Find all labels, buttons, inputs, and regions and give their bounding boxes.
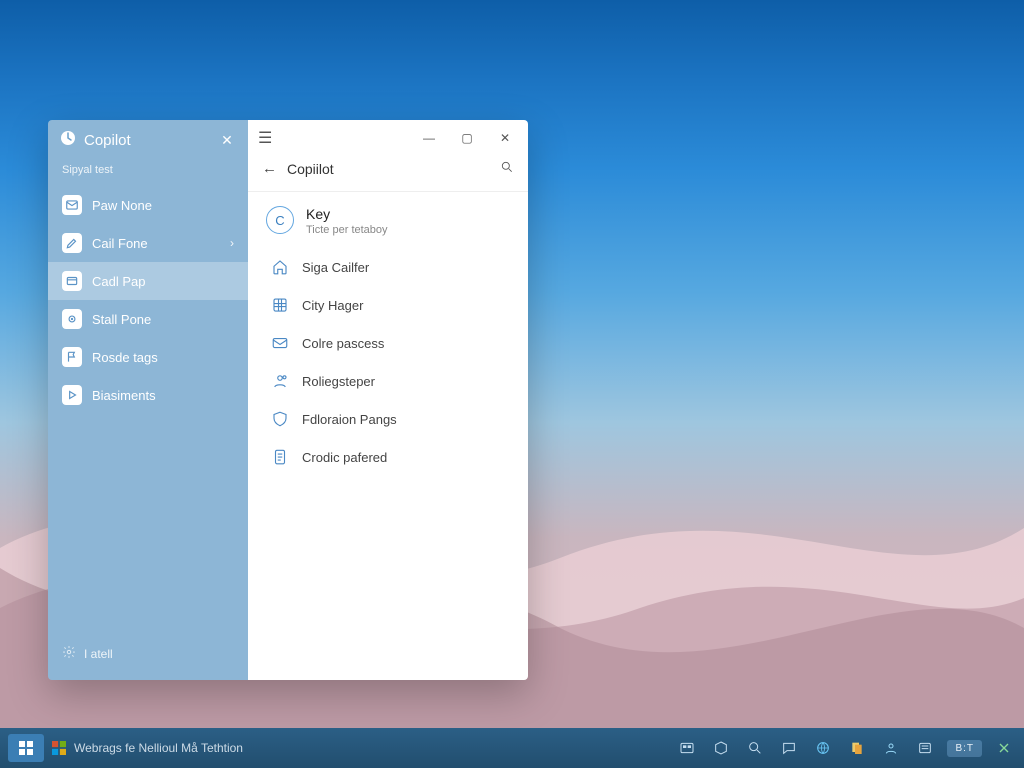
sidebar-item-label: Stall Pone (92, 312, 151, 327)
menu-item-label: Roliegsteper (302, 374, 375, 389)
main-section: C Key Ticte per tetaboy Siga Cailfer Cit… (248, 192, 528, 480)
card-icon (62, 271, 82, 291)
shield-icon (270, 409, 290, 429)
tray-task-view-icon[interactable] (675, 736, 699, 760)
hero-badge: C (266, 206, 294, 234)
search-icon[interactable] (500, 160, 514, 177)
flag-icon (62, 347, 82, 367)
envelope-icon (270, 333, 290, 353)
sidebar-subtitle: Sipyal test (48, 160, 248, 186)
sidebar-item-label: Cail Fone (92, 236, 148, 251)
window-maximize-button[interactable]: ▢ (454, 128, 480, 148)
sidebar-footer[interactable]: I atell (48, 633, 248, 680)
sidebar-title: Copilot (84, 132, 131, 149)
sidebar-item-label: Biasiments (92, 388, 156, 403)
taskbar: Webrags fe Nellioul Må Tethtion B:T (0, 728, 1024, 768)
doc-icon (270, 447, 290, 467)
sidebar-header: Copilot ✕ (48, 120, 248, 160)
menu-item-crodic-pafered[interactable]: Crodic pafered (266, 438, 510, 476)
menu-item-city-hager[interactable]: City Hager (266, 286, 510, 324)
menu-item-label: Crodic pafered (302, 450, 387, 465)
tray-news-icon[interactable] (913, 736, 937, 760)
sidebar-item-paw-none[interactable]: Paw None (48, 186, 248, 224)
window-close-button[interactable]: ✕ (492, 128, 518, 148)
tray-close-icon[interactable] (992, 736, 1016, 760)
copilot-logo-icon (60, 130, 76, 150)
window-minimize-button[interactable]: — (416, 128, 442, 148)
tray-person-icon[interactable] (879, 736, 903, 760)
back-button[interactable]: ← (262, 160, 277, 177)
hero-title: Key (306, 206, 388, 222)
menu-item-colre-pascess[interactable]: Colre pascess (266, 324, 510, 362)
taskbar-label-text: Webrags fe Nellioul Må Tethtion (74, 741, 243, 755)
person-icon (270, 371, 290, 391)
tray-time-pill[interactable]: B:T (947, 740, 982, 757)
sidebar-close-button[interactable]: ✕ (218, 131, 236, 149)
menu-item-fdloraion-pangs[interactable]: Fdloraion Pangs (266, 400, 510, 438)
menu-item-label: Siga Cailfer (302, 260, 369, 275)
sidebar-item-cadl-pap[interactable]: Cadl Pap (48, 262, 248, 300)
menu-item-label: Colre pascess (302, 336, 384, 351)
house-icon (270, 257, 290, 277)
menu-item-label: Fdloraion Pangs (302, 412, 397, 427)
sidebar-item-rosde-tags[interactable]: Rosde tags (48, 338, 248, 376)
tray-globe-icon[interactable] (811, 736, 835, 760)
sidebar-item-label: Cadl Pap (92, 274, 145, 289)
hero-subtitle: Ticte per tetaboy (306, 224, 388, 236)
dot-icon (62, 309, 82, 329)
sidebar-item-cail-fone[interactable]: Cail Fone › (48, 224, 248, 262)
window-controls: ☰ — ▢ ✕ (248, 120, 528, 152)
mail-icon (62, 195, 82, 215)
menu-item-roliegsteper[interactable]: Roliegsteper (266, 362, 510, 400)
chevron-right-icon: › (230, 236, 234, 250)
sidebar-item-label: Paw None (92, 198, 152, 213)
menu-item-siga-cailfer[interactable]: Siga Cailfer (266, 248, 510, 286)
sidebar-item-stall-pone[interactable]: Stall Pone (48, 300, 248, 338)
sidebar-item-label: Rosde tags (92, 350, 158, 365)
tray-chat-icon[interactable] (777, 736, 801, 760)
edit-icon (62, 233, 82, 253)
start-button[interactable] (8, 734, 44, 762)
sidebar-item-biasiments[interactable]: Biasiments (48, 376, 248, 414)
taskbar-label: Webrags fe Nellioul Må Tethtion (52, 741, 243, 755)
sidebar-footer-label: I atell (84, 647, 113, 661)
grid-icon (270, 295, 290, 315)
tray-search-icon[interactable] (743, 736, 767, 760)
hamburger-menu-button[interactable]: ☰ (258, 128, 272, 148)
hero: C Key Ticte per tetaboy (266, 206, 510, 236)
system-tray: B:T (675, 736, 1016, 760)
gear-icon (62, 645, 76, 662)
menu-item-label: City Hager (302, 298, 363, 313)
sidebar: Copilot ✕ Sipyal test Paw None Cail Fone… (48, 120, 248, 680)
search-row: ← Copiilot (248, 152, 528, 192)
tray-box-icon[interactable] (709, 736, 733, 760)
desktop-wallpaper: Copilot ✕ Sipyal test Paw None Cail Fone… (0, 0, 1024, 768)
tray-files-icon[interactable] (845, 736, 869, 760)
main-panel: ☰ — ▢ ✕ ← Copiilot C Key Ticte per tetab… (248, 120, 528, 680)
microsoft-logo-icon (52, 741, 66, 755)
copilot-window: Copilot ✕ Sipyal test Paw None Cail Fone… (48, 120, 528, 680)
search-label[interactable]: Copiilot (287, 161, 490, 177)
play-icon (62, 385, 82, 405)
